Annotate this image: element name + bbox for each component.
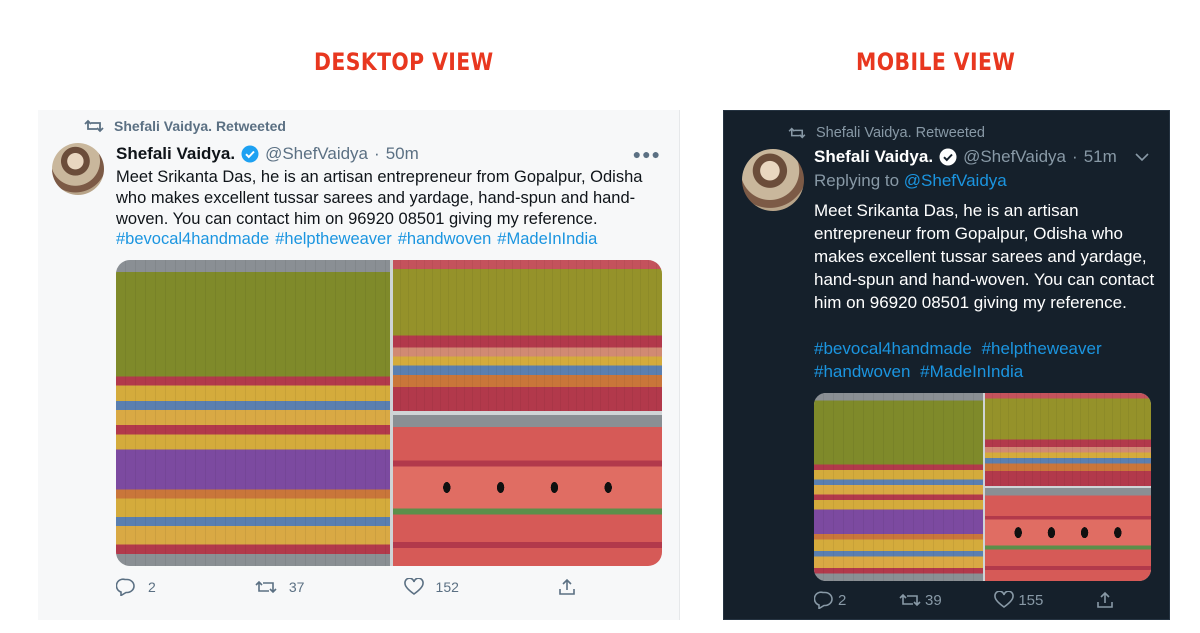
- retweet-label: Shefali Vaidya. Retweeted: [816, 125, 986, 141]
- saree-photo[interactable]: [393, 414, 662, 566]
- reply-button[interactable]: 2: [116, 578, 156, 596]
- share-button[interactable]: [558, 578, 576, 596]
- tweet-actions: 2 37 152: [116, 578, 576, 596]
- media-grid[interactable]: [814, 393, 1151, 581]
- verified-badge-icon: [939, 148, 957, 166]
- retweet-label: Shefali Vaidya. Retweeted: [114, 118, 286, 134]
- saree-photo[interactable]: [985, 487, 1151, 581]
- retweet-icon: [899, 592, 921, 608]
- retweet-icon: [788, 126, 806, 140]
- share-icon: [558, 578, 576, 596]
- hashtags: #bevocal4handmade #helptheweaver #handwo…: [116, 230, 597, 249]
- tweet-text-line: who makes excellent tussar sarees and ya…: [116, 189, 636, 207]
- avatar[interactable]: [742, 149, 804, 211]
- share-button[interactable]: [1096, 591, 1114, 609]
- hashtag-link[interactable]: #MadeInIndia: [497, 230, 597, 249]
- retweet-count: 39: [924, 591, 942, 609]
- tweet-time[interactable]: 51m: [1084, 147, 1117, 167]
- reply-icon: [116, 578, 136, 596]
- like-count: 152: [435, 579, 459, 595]
- tweet-header: Shefali Vaidya. @ShefVaidya · 51m: [814, 147, 1117, 167]
- avatar[interactable]: [52, 143, 104, 195]
- hashtag-link[interactable]: #bevocal4handmade: [814, 339, 972, 358]
- hashtag-link[interactable]: #MadeInIndia: [920, 362, 1023, 381]
- author-handle[interactable]: @ShefVaidya: [265, 144, 368, 164]
- retweet-context: Shefali Vaidya. Retweeted: [84, 118, 286, 134]
- author-handle[interactable]: @ShefVaidya: [963, 147, 1066, 167]
- retweet-count: 37: [288, 579, 305, 595]
- saree-photo[interactable]: [985, 393, 1151, 487]
- separator: ·: [374, 144, 380, 163]
- saree-photo[interactable]: [116, 260, 391, 566]
- reply-icon: [814, 591, 834, 609]
- share-icon: [1096, 591, 1114, 609]
- retweet-button[interactable]: 37: [255, 578, 305, 596]
- hashtag-link[interactable]: #helptheweaver: [275, 230, 392, 249]
- separator: ·: [1072, 147, 1078, 166]
- chevron-down-icon[interactable]: [1135, 149, 1149, 165]
- tweet-header: Shefali Vaidya. @ShefVaidya · 50m: [116, 144, 419, 164]
- tweet-text-line: Meet Srikanta Das, he is an artisan entr…: [116, 168, 643, 186]
- heart-icon: [994, 591, 1015, 609]
- hashtag-link[interactable]: #handwoven: [398, 230, 492, 249]
- desktop-view-heading: DESKTOP VIEW: [314, 48, 494, 76]
- saree-photo[interactable]: [393, 260, 662, 412]
- like-button[interactable]: 155: [994, 591, 1043, 609]
- hashtag-link[interactable]: #helptheweaver: [982, 339, 1102, 358]
- author-name[interactable]: Shefali Vaidya.: [116, 144, 235, 164]
- replying-to-handle[interactable]: @ShefVaidya: [904, 171, 1007, 190]
- tweet-actions: 2 39 155: [814, 591, 1114, 609]
- tweet-text: Meet Srikanta Das, he is an artisan entr…: [116, 167, 656, 230]
- author-name[interactable]: Shefali Vaidya.: [814, 147, 933, 167]
- reply-count: 2: [148, 579, 156, 595]
- reply-count: 2: [838, 591, 847, 609]
- hashtag-link[interactable]: #bevocal4handmade: [116, 230, 269, 249]
- mobile-view-heading: MOBILE VIEW: [856, 48, 1016, 76]
- replying-label: Replying to: [814, 171, 900, 190]
- hashtag-link[interactable]: #handwoven: [814, 362, 910, 381]
- retweet-button[interactable]: 39: [899, 591, 942, 609]
- more-horizontal-icon[interactable]: ●●●: [633, 146, 661, 162]
- like-button[interactable]: 152: [403, 578, 459, 596]
- mobile-tweet-card[interactable]: Shefali Vaidya. Retweeted Shefali Vaidya…: [723, 110, 1170, 620]
- tweet-time[interactable]: 50m: [386, 144, 419, 164]
- tweet-text-line: woven. You can contact him on 96920 0850…: [116, 210, 598, 228]
- like-count: 155: [1018, 591, 1044, 609]
- retweet-icon: [255, 579, 277, 595]
- heart-icon: [403, 578, 424, 596]
- media-grid[interactable]: [116, 260, 662, 566]
- retweet-context: Shefali Vaidya. Retweeted: [788, 125, 985, 141]
- replying-to: Replying to @ShefVaidya: [814, 171, 1007, 191]
- hashtags: #bevocal4handmade #helptheweaver #handwo…: [814, 337, 1159, 383]
- verified-badge-icon: [241, 145, 259, 163]
- desktop-tweet-card[interactable]: Shefali Vaidya. Retweeted Shefali Vaidya…: [38, 110, 680, 620]
- saree-photo[interactable]: [814, 393, 984, 581]
- reply-button[interactable]: 2: [814, 591, 846, 609]
- retweet-icon: [84, 118, 104, 134]
- tweet-text: Meet Srikanta Das, he is an artisan entr…: [814, 201, 1155, 312]
